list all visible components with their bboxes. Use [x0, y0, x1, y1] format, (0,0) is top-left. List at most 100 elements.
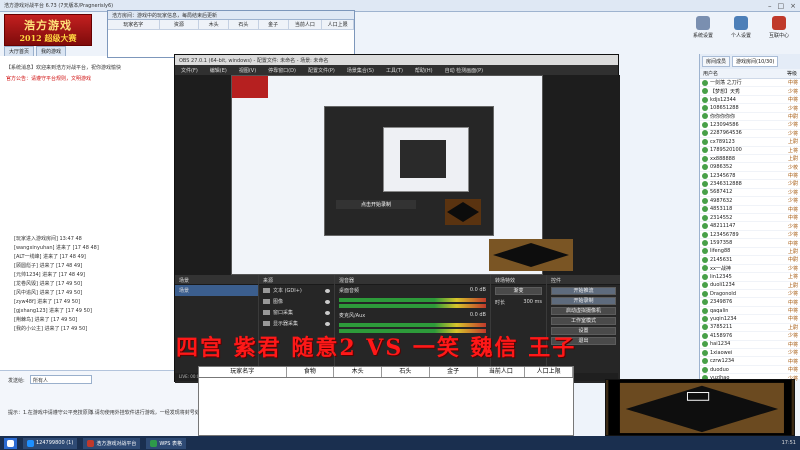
- player-row[interactable]: 1789520100 上将: [700, 147, 800, 155]
- player-status-icon: [702, 248, 708, 255]
- hint-line-1: 提示：1.在游戏中请遵守公平竞技原则: [8, 410, 93, 416]
- player-row[interactable]: 1597358 中将: [700, 239, 800, 248]
- player-row[interactable]: duoduo 中将: [700, 366, 800, 375]
- player-name: 123094586: [710, 121, 739, 128]
- player-row[interactable]: qaqalin 中将: [700, 307, 800, 316]
- player-name: Dragonold: [710, 290, 736, 297]
- desktop-audio-slider[interactable]: [339, 304, 486, 308]
- player-row[interactable]: kdjs12344 中将: [700, 96, 800, 105]
- source-type-icon: [263, 288, 270, 293]
- player-row[interactable]: cx789123 上尉: [700, 138, 800, 147]
- source-item[interactable]: 图像: [259, 296, 334, 307]
- taskbar-item-qq[interactable]: 124799800 (1): [23, 437, 78, 449]
- hint-line-2: 3.请勿使用外挂软件进行游戏，一经发现将封号处理: [90, 410, 205, 416]
- control-button[interactable]: 启动虚拟摄像机: [551, 307, 616, 315]
- player-rank: 中将: [787, 341, 798, 348]
- eye-icon[interactable]: [325, 310, 330, 315]
- player-row[interactable]: xx888888 上尉: [700, 155, 800, 164]
- source-item[interactable]: 文本 (GDI+): [259, 285, 334, 296]
- control-button[interactable]: 工作室模式: [551, 317, 616, 325]
- player-info-column-header: 人口上限: [322, 20, 355, 29]
- player-row[interactable]: 123094586 少将: [700, 121, 800, 130]
- player-row[interactable]: 1xiaowei 少将: [700, 349, 800, 358]
- game-preview: [605, 379, 795, 436]
- player-row[interactable]: xx一战神 少将: [700, 265, 800, 274]
- player-row[interactable]: 2349876 中将: [700, 298, 800, 307]
- obs-menu-item[interactable]: 停靠窗口(D): [268, 67, 296, 74]
- source-item[interactable]: 显示器采集: [259, 318, 334, 329]
- eye-icon[interactable]: [325, 321, 330, 326]
- player-row[interactable]: duoli1234 上尉: [700, 282, 800, 290]
- interconnect-button[interactable]: 互联中心: [762, 12, 796, 42]
- player-row[interactable]: 12345678 中将: [700, 172, 800, 181]
- player-row[interactable]: 你你你你你 中尉: [700, 113, 800, 122]
- eye-icon[interactable]: [325, 299, 330, 304]
- taskbar-item-qq-label: 124799800 (1): [36, 440, 74, 446]
- player-row[interactable]: 123456789 少将: [700, 231, 800, 240]
- transition-duration-input[interactable]: 300 ms: [523, 299, 542, 306]
- obs-menu-item[interactable]: 编辑(E): [210, 67, 227, 74]
- player-row[interactable]: 2145631 中尉: [700, 256, 800, 265]
- nested-obs-capture: [324, 106, 494, 236]
- player-row[interactable]: 一剑荡 之刀行 中将: [700, 79, 800, 88]
- obs-menu-item[interactable]: 工具(T): [386, 67, 403, 74]
- player-row[interactable]: 2346312888 少尉: [700, 180, 800, 189]
- scene-item[interactable]: 场景: [175, 285, 258, 296]
- close-icon[interactable]: ×: [790, 2, 796, 10]
- player-row[interactable]: 2314552 中将: [700, 214, 800, 223]
- player-row[interactable]: 5687412 少将: [700, 189, 800, 198]
- obs-menu-item[interactable]: 视图(V): [239, 67, 256, 74]
- send-target-select[interactable]: 所有人: [30, 375, 92, 384]
- maximize-icon[interactable]: □: [778, 2, 785, 10]
- player-row[interactable]: 48211147 少将: [700, 222, 800, 231]
- player-info-column-header: 资源: [160, 20, 200, 29]
- player-row[interactable]: lifeng88 上尉: [700, 248, 800, 257]
- obs-menu-item[interactable]: 文件(F): [181, 67, 198, 74]
- source-list: 文本 (GDI+) 图像窗口采集 显示器采集: [259, 285, 334, 329]
- player-row[interactable]: czrw1234 中将: [700, 357, 800, 366]
- obs-title-bar: OBS 27.0.1 (64-bit, windows) - 配置文件: 未命名…: [175, 55, 618, 65]
- taskbar-item-wps[interactable]: WPS 表格: [146, 437, 187, 449]
- control-button[interactable]: 开始推流: [551, 287, 616, 295]
- personal-settings-button[interactable]: 个人设置: [724, 12, 758, 42]
- player-row[interactable]: yuqin1234 中将: [700, 315, 800, 324]
- taskbar-item-lobby[interactable]: 浩方游戏对战平台: [83, 437, 141, 449]
- transition-select[interactable]: 渐变: [495, 287, 542, 295]
- player-rank: 中将: [787, 80, 798, 87]
- source-type-icon: [263, 299, 270, 304]
- lobby-bottom-bar: 发送给: 所有人 提示：1.在游戏中请遵守公平竞技原则: [0, 370, 198, 436]
- tab-room-members[interactable]: 房间成员: [702, 56, 731, 67]
- control-button[interactable]: 开始录制: [551, 297, 616, 305]
- player-row[interactable]: lin12345 上将: [700, 273, 800, 282]
- system-message: 【系统消息】欢迎来到浩方对战平台，祝你游戏愉快: [6, 65, 122, 71]
- source-item-label: 图像: [273, 299, 284, 305]
- eye-icon[interactable]: [325, 288, 330, 293]
- player-status-icon: [702, 282, 708, 289]
- obs-menu-item[interactable]: 帮助(H): [415, 67, 433, 74]
- system-settings-button[interactable]: 系统设置: [686, 12, 720, 42]
- start-button[interactable]: [4, 437, 17, 449]
- minimize-icon[interactable]: –: [768, 2, 772, 10]
- obs-menu-item[interactable]: 场景集合(S): [347, 67, 374, 74]
- player-row[interactable]: hai1234 中将: [700, 341, 800, 349]
- stats-column-header: 木头: [334, 367, 383, 377]
- player-info-window: 浩方房间：游戏中的玩家信息，每局结束后更新 玩家名字 资源 木头 石头 金子 当前人口 人口…: [107, 10, 355, 58]
- player-row[interactable]: 108651288 少将: [700, 104, 800, 113]
- player-row[interactable]: 4987632 少将: [700, 197, 800, 206]
- chat-line: [玩家进入游戏房间] 13:47 48: [14, 236, 82, 242]
- player-row[interactable]: 【梦想】天秀 少将: [700, 87, 800, 96]
- player-row[interactable]: 3785211 上尉: [700, 324, 800, 333]
- player-row[interactable]: 0986352 少校: [700, 163, 800, 172]
- logo-main-text: 浩方游戏: [24, 18, 72, 32]
- player-rank: 中将: [787, 173, 798, 180]
- obs-menu-item[interactable]: 配置文件(P): [308, 67, 335, 74]
- source-item[interactable]: 窗口采集: [259, 307, 334, 318]
- player-rank: 少将: [787, 350, 798, 357]
- obs-menu-item[interactable]: 自动 检测画面(P): [445, 67, 484, 74]
- player-row[interactable]: Dragonold 少将: [700, 290, 800, 299]
- player-status-icon: [702, 290, 708, 297]
- tab-game-room[interactable]: 游戏房间(10/30): [732, 56, 779, 67]
- player-row[interactable]: 2287964536 少将: [700, 130, 800, 139]
- player-row[interactable]: 4853118 中将: [700, 206, 800, 214]
- player-row[interactable]: 4158976 少将: [700, 332, 800, 341]
